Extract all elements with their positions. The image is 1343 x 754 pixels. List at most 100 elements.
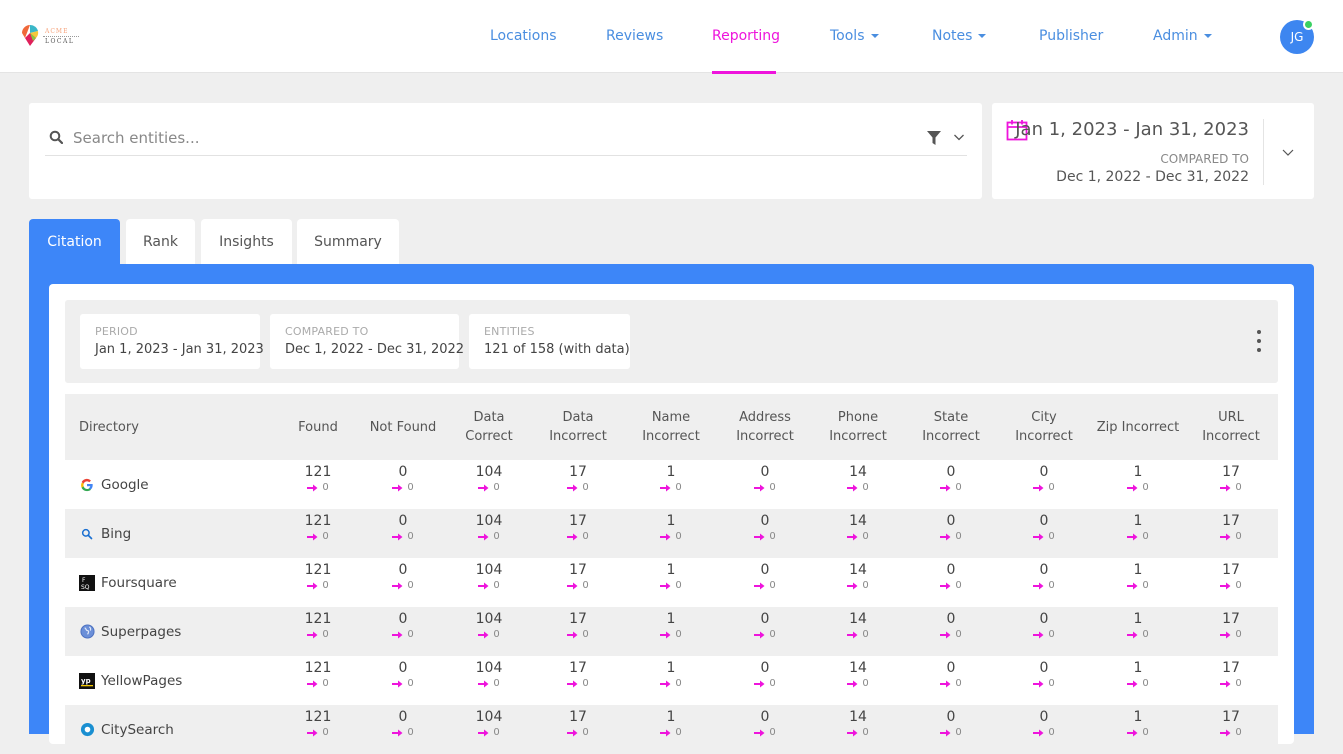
metric-value: 0 bbox=[946, 660, 956, 676]
delta-value: 0 bbox=[1235, 580, 1242, 591]
nav-reporting[interactable]: Reporting bbox=[712, 28, 780, 44]
nav-tools[interactable]: Tools bbox=[830, 28, 879, 44]
column-header[interactable]: City Incorrect bbox=[1004, 394, 1084, 460]
delta-value: 0 bbox=[675, 678, 682, 689]
filter-icon[interactable] bbox=[926, 130, 942, 146]
nav-label: Locations bbox=[490, 28, 557, 44]
metric-delta: 0 bbox=[725, 628, 805, 642]
nav-admin[interactable]: Admin bbox=[1153, 28, 1212, 44]
column-header[interactable]: Zip Incorrect bbox=[1093, 394, 1183, 460]
delta-value: 0 bbox=[1142, 678, 1149, 689]
metric-cell: 00 bbox=[725, 611, 805, 642]
compared-value: Dec 1, 2022 - Dec 31, 2022 bbox=[285, 342, 465, 357]
delta-value: 0 bbox=[407, 531, 414, 542]
more-options-icon[interactable] bbox=[1254, 330, 1264, 354]
nav-notes[interactable]: Notes bbox=[932, 28, 987, 44]
directory-cell[interactable]: F SQ Foursquare bbox=[79, 558, 177, 607]
chevron-down-icon[interactable] bbox=[953, 131, 965, 143]
metric-delta: 0 bbox=[1004, 726, 1084, 740]
column-header[interactable]: Not Found bbox=[363, 394, 443, 460]
table-body: Google 121 0 0 0 104 0 17 0 1 0 0 0 14 0 0 0 0 0 1 0 17 0 Bing 1… bbox=[65, 460, 1278, 754]
metric-cell: 17 0 bbox=[1191, 562, 1271, 593]
arrow-right-icon bbox=[1033, 631, 1044, 639]
metric-delta: 0 bbox=[818, 579, 898, 593]
arrow-right-icon bbox=[754, 533, 765, 541]
arrow-right-icon bbox=[1033, 533, 1044, 541]
delta-value: 0 bbox=[675, 482, 682, 493]
chevron-down-icon[interactable] bbox=[1281, 145, 1295, 159]
nav-locations[interactable]: Locations bbox=[490, 28, 557, 44]
nav-label: Publisher bbox=[1039, 28, 1104, 44]
citation-content: PERIOD Jan 1, 2023 - Jan 31, 2023 COMPAR… bbox=[49, 284, 1294, 754]
date-range-picker[interactable]: Jan 1, 2023 - Jan 31, 2023 COMPARED TO D… bbox=[992, 103, 1314, 199]
metric-delta: 0 bbox=[449, 628, 529, 642]
directory-cell[interactable]: CitySearch bbox=[79, 705, 174, 754]
arrow-right-icon bbox=[847, 631, 858, 639]
column-header[interactable]: State Incorrect bbox=[911, 394, 991, 460]
delta-value: 0 bbox=[322, 580, 329, 591]
metric-value: 0 bbox=[1039, 709, 1049, 725]
active-nav-indicator bbox=[712, 71, 776, 74]
column-header[interactable]: Name Incorrect bbox=[631, 394, 711, 460]
table-header: Directory Found Not Found Data Correct Data … bbox=[65, 394, 1278, 460]
arrow-right-icon bbox=[307, 631, 318, 639]
delta-value: 0 bbox=[769, 482, 776, 493]
column-header[interactable]: Data Incorrect bbox=[538, 394, 618, 460]
metric-delta: 0 bbox=[1191, 628, 1271, 642]
delta-value: 0 bbox=[1142, 727, 1149, 738]
period-label: PERIOD bbox=[95, 325, 138, 338]
metric-delta: 0 bbox=[363, 579, 443, 593]
column-header[interactable]: Found bbox=[283, 394, 353, 460]
tab-insights[interactable]: Insights bbox=[201, 219, 292, 265]
directory-cell[interactable]: yp YellowPages bbox=[79, 656, 182, 705]
tab-rank[interactable]: Rank bbox=[126, 219, 195, 265]
column-header[interactable]: Phone Incorrect bbox=[818, 394, 898, 460]
arrow-right-icon bbox=[847, 729, 858, 737]
nav-label: Reviews bbox=[606, 28, 664, 44]
delta-value: 0 bbox=[407, 678, 414, 689]
metric-delta: 0 bbox=[538, 726, 618, 740]
delta-value: 0 bbox=[407, 580, 414, 591]
directory-cell[interactable]: Bing bbox=[79, 509, 131, 558]
table-row: Google 121 0 0 0 104 0 17 0 1 0 0 0 14 0 0 0 0 0 1 0 17 0 bbox=[65, 460, 1278, 509]
column-header[interactable]: URL Incorrect bbox=[1191, 394, 1271, 460]
arrow-right-icon bbox=[940, 533, 951, 541]
metric-delta: 0 bbox=[278, 677, 358, 691]
arrow-right-icon bbox=[1220, 631, 1231, 639]
metric-delta: 0 bbox=[1191, 481, 1271, 495]
metric-value: 0 bbox=[946, 709, 956, 725]
metric-delta: 0 bbox=[1004, 628, 1084, 642]
nav-reviews[interactable]: Reviews bbox=[606, 28, 663, 44]
column-header[interactable]: Data Correct bbox=[449, 394, 529, 460]
metric-cell: 00 bbox=[363, 562, 443, 593]
metric-value: 1 bbox=[1133, 513, 1143, 529]
metric-cell: 17 0 bbox=[538, 660, 618, 691]
metric-delta: 0 bbox=[1098, 726, 1178, 740]
directory-cell[interactable]: Google bbox=[79, 460, 149, 509]
metric-cell: 00 bbox=[911, 513, 991, 544]
column-header[interactable]: Directory bbox=[79, 394, 139, 460]
column-header[interactable]: Address Incorrect bbox=[725, 394, 805, 460]
search-input[interactable] bbox=[73, 127, 893, 149]
metric-value: 104 bbox=[475, 660, 503, 676]
arrow-right-icon bbox=[567, 533, 578, 541]
delta-value: 0 bbox=[582, 482, 589, 493]
metric-delta: 0 bbox=[631, 530, 711, 544]
tab-citation[interactable]: Citation bbox=[29, 219, 120, 265]
metric-value: 0 bbox=[760, 709, 770, 725]
delta-value: 0 bbox=[493, 678, 500, 689]
metric-value: 1 bbox=[666, 709, 676, 725]
brand-line1: ACME bbox=[45, 28, 69, 35]
arrow-right-icon bbox=[478, 729, 489, 737]
arrow-right-icon bbox=[392, 582, 403, 590]
directory-cell[interactable]: Superpages bbox=[79, 607, 181, 656]
brand-logo[interactable]: ACME LOCAL bbox=[21, 24, 81, 50]
delta-value: 0 bbox=[769, 678, 776, 689]
nav-publisher[interactable]: Publisher bbox=[1039, 28, 1103, 44]
arrow-right-icon bbox=[478, 484, 489, 492]
tab-summary[interactable]: Summary bbox=[297, 219, 399, 265]
nav-label: Reporting bbox=[712, 28, 781, 44]
arrow-right-icon bbox=[478, 631, 489, 639]
arrow-right-icon bbox=[1220, 680, 1231, 688]
metric-cell: 00 bbox=[1004, 562, 1084, 593]
